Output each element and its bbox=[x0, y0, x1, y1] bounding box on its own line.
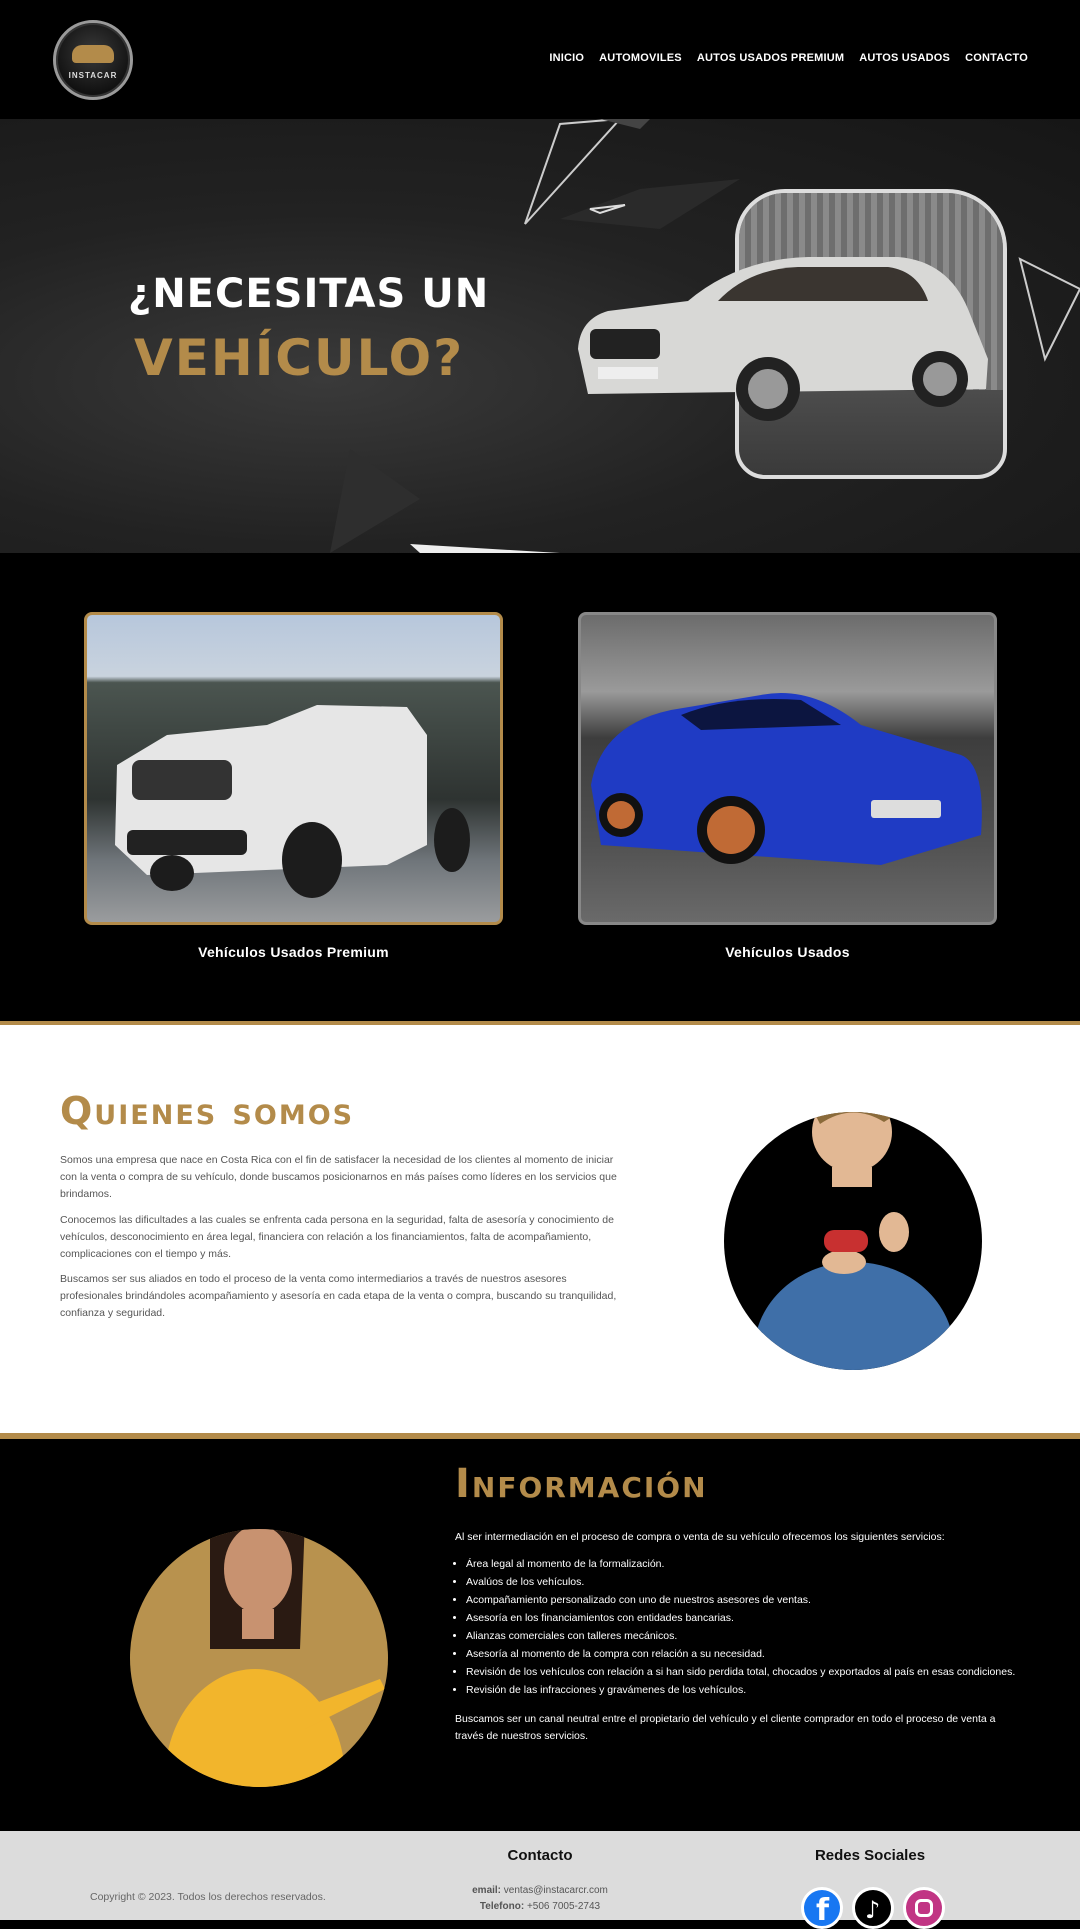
top-navbar: INSTACAR INICIO AUTOMOVILES AUTOS USADOS… bbox=[0, 0, 1080, 119]
about-paragraph-3: Buscamos ser sus aliados en todo el proc… bbox=[60, 1273, 617, 1319]
white-pickup-image bbox=[115, 705, 470, 898]
copyright-text: Copyright © 2023. Todos los derechos res… bbox=[90, 1891, 326, 1903]
used-vehicles-card[interactable] bbox=[578, 612, 997, 925]
contact-email: email: ventas@instacarcr.com bbox=[420, 1885, 660, 1896]
service-item: Asesoría al momento de la compra con rel… bbox=[466, 1645, 1015, 1663]
man-with-car-key-image bbox=[724, 1112, 982, 1370]
service-item: Área legal al momento de la formalizació… bbox=[466, 1555, 1015, 1573]
social-title: Redes Sociales bbox=[814, 1847, 926, 1864]
about-paragraph-2: Conocemos las dificultades a las cuales … bbox=[60, 1214, 614, 1260]
email-label: email: bbox=[472, 1885, 502, 1896]
info-title: Información bbox=[455, 1461, 708, 1507]
phone-label: Telefono: bbox=[479, 1901, 525, 1912]
contact-phone: Telefono: +506 7005-2743 bbox=[420, 1901, 660, 1912]
about-section: Quienes somos Somos una empresa que nace… bbox=[0, 1025, 1080, 1433]
hero-title-line1: ¿NECESITAS UN bbox=[128, 271, 490, 317]
about-paragraph-1: Somos una empresa que nace en Costa Rica… bbox=[60, 1154, 617, 1200]
service-item: Revisión de los vehículos con relación a… bbox=[466, 1663, 1015, 1681]
about-title: Quienes somos bbox=[60, 1089, 355, 1133]
facebook-icon[interactable]: f bbox=[801, 1887, 843, 1929]
premium-used-vehicles-label[interactable]: Vehículos Usados Premium bbox=[84, 944, 503, 960]
contact-title: Contacto bbox=[507, 1847, 573, 1864]
menu-item-contacto[interactable]: CONTACTO bbox=[965, 52, 1028, 64]
vehicle-categories: Vehículos Usados Premium Vehículos Usado… bbox=[0, 553, 1080, 1025]
service-item: Asesoría en los financiamientos con enti… bbox=[466, 1609, 1015, 1627]
woman-pointing-image bbox=[130, 1529, 388, 1787]
info-intro: Al ser intermediación en el proceso de c… bbox=[455, 1531, 945, 1543]
hero-title-line2: VEHÍCULO? bbox=[134, 329, 465, 387]
instagram-icon[interactable] bbox=[903, 1887, 945, 1929]
tiktok-icon[interactable]: ♪ bbox=[852, 1887, 894, 1929]
email-link[interactable]: ventas@instacarcr.com bbox=[504, 1885, 608, 1896]
service-item: Avalúos de los vehículos. bbox=[466, 1573, 1015, 1591]
service-item: Acompañamiento personalizado con uno de … bbox=[466, 1591, 1015, 1609]
information-section: Información Al ser intermediación en el … bbox=[0, 1439, 1080, 1831]
menu-item-autos-usados[interactable]: AUTOS USADOS bbox=[859, 52, 950, 64]
hero-banner: ¿NECESITAS UN VEHÍCULO? bbox=[0, 119, 1080, 553]
info-outro: Buscamos ser un canal neutral entre el p… bbox=[455, 1713, 996, 1742]
blue-sports-car-image bbox=[591, 693, 982, 865]
service-item: Revisión de las infracciones y gravámene… bbox=[466, 1681, 1015, 1699]
service-item: Alianzas comerciales con talleres mecáni… bbox=[466, 1627, 1015, 1645]
menu-item-automoviles[interactable]: AUTOMOVILES bbox=[599, 52, 682, 64]
services-list: Área legal al momento de la formalizació… bbox=[466, 1555, 1015, 1699]
logo-text: INSTACAR bbox=[68, 71, 118, 80]
main-menu: INICIO AUTOMOVILES AUTOS USADOS PREMIUM … bbox=[549, 52, 1028, 64]
footer: Copyright © 2023. Todos los derechos res… bbox=[0, 1831, 1080, 1929]
suv-image bbox=[578, 257, 988, 421]
premium-used-vehicles-card[interactable] bbox=[84, 612, 503, 925]
instacar-logo[interactable]: INSTACAR bbox=[53, 20, 133, 100]
car-logo-icon bbox=[72, 45, 114, 63]
menu-item-autos-usados-premium[interactable]: AUTOS USADOS PREMIUM bbox=[697, 52, 844, 64]
used-vehicles-label[interactable]: Vehículos Usados bbox=[578, 944, 997, 960]
phone-number[interactable]: +506 7005-2743 bbox=[527, 1901, 600, 1912]
menu-item-inicio[interactable]: INICIO bbox=[549, 52, 584, 64]
